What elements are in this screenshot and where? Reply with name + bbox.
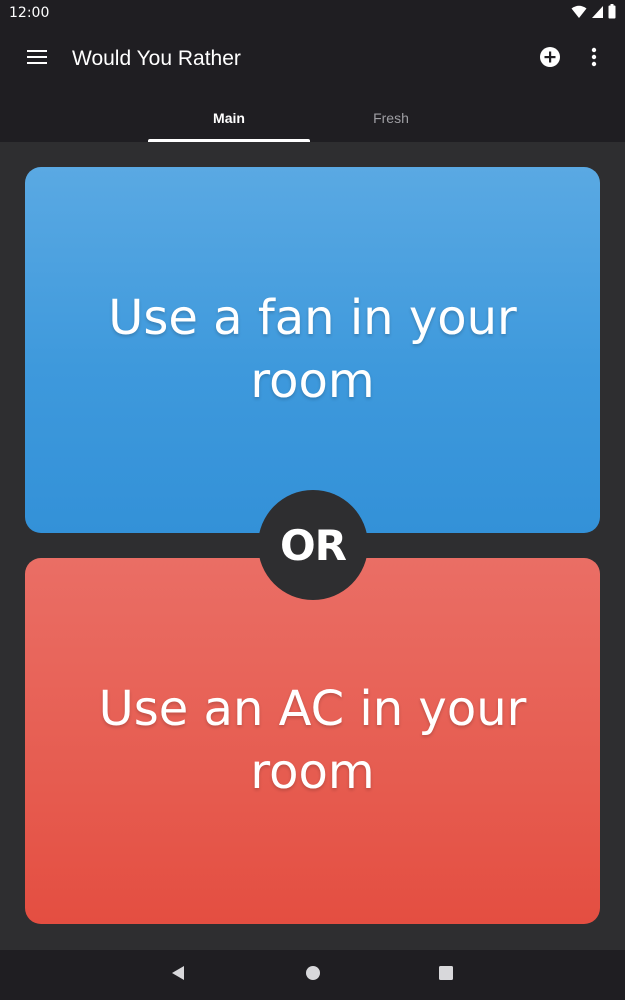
battery-icon — [608, 3, 616, 23]
option-b-card[interactable]: Use an AC in your room — [25, 558, 600, 924]
or-text: OR — [279, 520, 347, 570]
recents-icon — [438, 965, 454, 985]
back-button[interactable] — [163, 960, 193, 990]
tab-main-label: Main — [213, 110, 245, 126]
tab-fresh[interactable]: Fresh — [310, 92, 472, 142]
status-time: 12:00 — [9, 5, 50, 21]
navigation-bar — [0, 950, 625, 1000]
or-badge: OR — [258, 490, 368, 600]
recents-button[interactable] — [431, 960, 461, 990]
menu-icon — [26, 49, 48, 69]
status-icons — [571, 3, 616, 23]
option-a-card[interactable]: Use a fan in your room — [25, 167, 600, 533]
option-a-text: Use a fan in your room — [108, 290, 517, 409]
home-button[interactable] — [298, 960, 328, 990]
screen: 12:00 Would You Rather Main Fresh Use a … — [0, 0, 625, 1000]
more-options-button[interactable] — [574, 39, 614, 79]
tab-main[interactable]: Main — [148, 92, 310, 142]
option-b-text: Use an AC in your room — [98, 681, 527, 800]
wifi-icon — [571, 4, 587, 23]
tab-bar: Main Fresh — [148, 92, 478, 142]
app-title: Would You Rather — [72, 47, 241, 70]
signal-icon — [591, 4, 604, 23]
add-question-button[interactable] — [530, 39, 570, 79]
add-circle-icon — [539, 46, 561, 72]
tab-indicator — [148, 139, 310, 142]
status-bar: 12:00 — [0, 0, 625, 26]
app-bar: Would You Rather Main Fresh — [0, 26, 625, 142]
tab-fresh-label: Fresh — [373, 110, 409, 126]
more-vert-icon — [591, 47, 597, 71]
back-icon — [170, 965, 186, 985]
menu-button[interactable] — [17, 39, 57, 79]
home-icon — [305, 965, 321, 985]
